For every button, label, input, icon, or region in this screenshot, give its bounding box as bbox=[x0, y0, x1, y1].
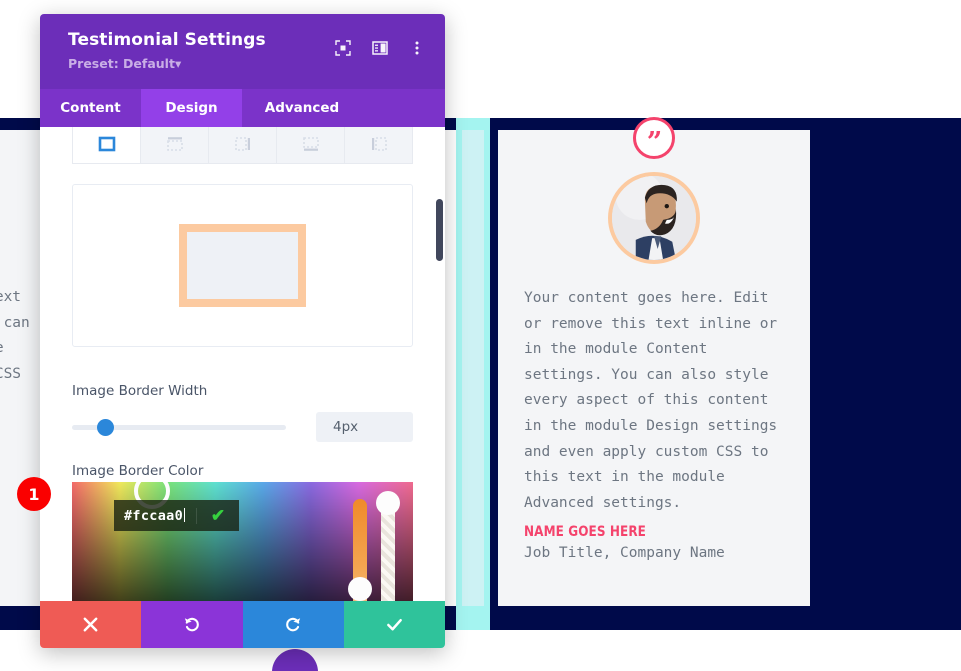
border-top-icon bbox=[166, 137, 183, 151]
undo-button[interactable] bbox=[141, 601, 243, 648]
tab-content[interactable]: Content bbox=[40, 89, 141, 127]
text-caret bbox=[184, 507, 185, 522]
tab-design[interactable]: Design bbox=[141, 89, 242, 127]
border-right-icon bbox=[234, 137, 250, 151]
border-all-sides-option[interactable] bbox=[73, 127, 141, 163]
color-alpha-slider[interactable] bbox=[376, 491, 400, 601]
step-badge-1: 1 bbox=[17, 477, 51, 511]
add-module-handle[interactable] bbox=[272, 649, 318, 671]
tab-advanced[interactable]: Advanced bbox=[242, 89, 362, 127]
testimonial-settings-modal: Testimonial Settings Preset: Default▾ Co… bbox=[40, 14, 445, 648]
modal-body: Image Border Width 4px Image Border Colo… bbox=[40, 127, 445, 601]
chevron-down-icon: ▾ bbox=[174, 56, 182, 71]
image-border-width-control: 4px bbox=[72, 412, 413, 442]
border-bottom-icon bbox=[302, 137, 319, 151]
layout-panel-icon[interactable] bbox=[372, 40, 388, 56]
redo-button[interactable] bbox=[242, 601, 344, 648]
kebab-menu-icon[interactable] bbox=[409, 40, 425, 56]
modal-header: Testimonial Settings Preset: Default▾ bbox=[40, 14, 445, 89]
hex-color-input[interactable]: #fccaa0 bbox=[114, 507, 197, 524]
preset-selector[interactable]: Preset: Default▾ bbox=[68, 56, 427, 71]
testimonial-author-name: NAME GOES HERE bbox=[524, 524, 646, 540]
border-bottom-option[interactable] bbox=[277, 127, 345, 163]
border-left-icon bbox=[371, 137, 387, 151]
image-border-width-label: Image Border Width bbox=[72, 383, 208, 399]
border-all-icon bbox=[98, 136, 115, 152]
page-band-cyan-inner bbox=[462, 130, 484, 606]
avatar-photo bbox=[612, 176, 696, 260]
undo-icon bbox=[185, 617, 200, 632]
modal-action-bar bbox=[40, 601, 445, 648]
quote-icon: ” bbox=[633, 117, 675, 159]
step-badge-number: 1 bbox=[28, 484, 40, 504]
image-border-color-label: Image Border Color bbox=[72, 463, 204, 479]
testimonial-body: Your content goes here. Edit or remove t… bbox=[524, 290, 786, 511]
hex-color-field: #fccaa0 ✔ bbox=[114, 500, 239, 531]
hex-confirm-button[interactable]: ✔ bbox=[197, 506, 239, 526]
preset-label: Preset: Default bbox=[68, 56, 175, 71]
quote-glyph: ” bbox=[646, 127, 663, 158]
testimonial-job-hidden: Job Title, Company Name bbox=[0, 542, 42, 558]
border-side-selector bbox=[72, 127, 413, 164]
modal-scrollbar-thumb[interactable] bbox=[436, 199, 443, 261]
border-width-value-input[interactable]: 4px bbox=[316, 412, 413, 442]
border-preview-box bbox=[72, 184, 413, 347]
screen: Your content goes here. Edit or remove t… bbox=[0, 0, 961, 671]
modal-tabs: Content Design Advanced bbox=[40, 89, 445, 127]
color-hue-slider-handle[interactable] bbox=[348, 577, 372, 601]
border-top-option[interactable] bbox=[141, 127, 209, 163]
border-preview-rect bbox=[179, 224, 306, 307]
modal-header-actions bbox=[335, 40, 425, 56]
redo-icon bbox=[285, 617, 300, 632]
testimonial-job-title: Job Title, Company Name bbox=[524, 545, 725, 561]
color-alpha-slider-handle[interactable] bbox=[376, 491, 400, 515]
focus-icon[interactable] bbox=[335, 40, 351, 56]
close-icon bbox=[83, 617, 98, 632]
border-left-option[interactable] bbox=[345, 127, 412, 163]
check-icon bbox=[386, 618, 402, 631]
hex-color-value: #fccaa0 bbox=[124, 507, 183, 524]
save-button[interactable] bbox=[343, 601, 445, 648]
cancel-button[interactable] bbox=[40, 601, 142, 648]
avatar bbox=[608, 172, 700, 264]
testimonial-body-hidden: Your content goes here. Edit or remove t… bbox=[0, 289, 30, 382]
border-right-option[interactable] bbox=[209, 127, 277, 163]
color-picker-saturation-area[interactable]: #fccaa0 ✔ bbox=[72, 482, 413, 601]
testimonial-name-hidden: NAME GOES HERE bbox=[0, 522, 42, 538]
border-width-slider-handle[interactable] bbox=[97, 419, 114, 436]
color-hue-slider[interactable] bbox=[348, 499, 372, 601]
